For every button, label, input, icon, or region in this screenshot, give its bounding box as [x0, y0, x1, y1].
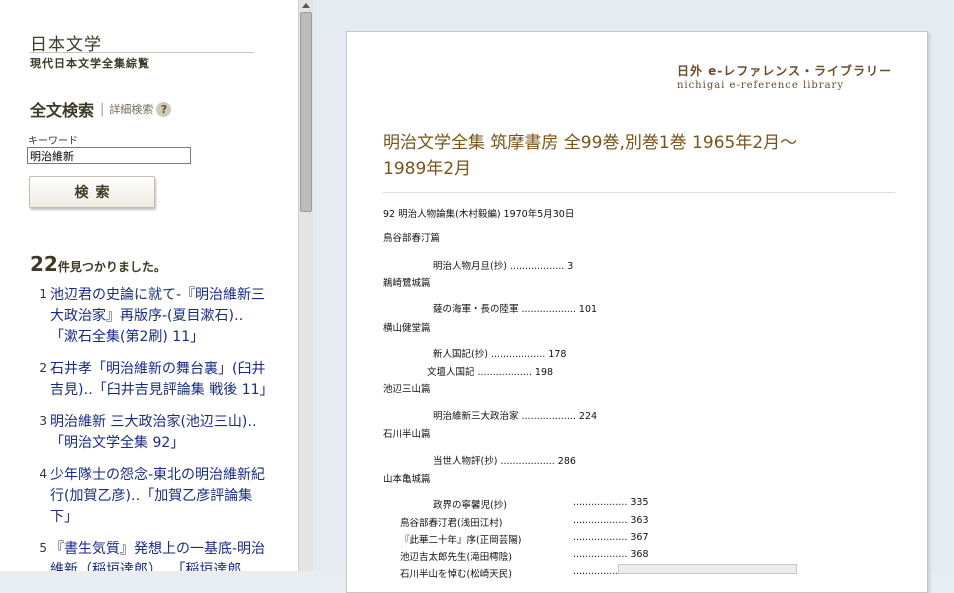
result-item: 4 少年隊士の怨念-東北の明治維新紀行(加賀乙彦)‥「加賀乙彦評論集 下」	[24, 465, 272, 528]
result-item: 1 池辺君の史論に就て-『明治維新三大政治家』再版序-(夏目漱石)‥「漱石全集(…	[24, 285, 272, 348]
toc-page: .................. 368	[573, 549, 649, 560]
author-section: 池辺三山篇	[383, 384, 431, 395]
site-subtitle: 現代日本文学全集綜覧	[30, 57, 150, 70]
result-list: 1 池辺君の史論に就て-『明治維新三大政治家』再版序-(夏目漱石)‥「漱石全集(…	[24, 285, 274, 571]
result-link[interactable]: 『書生気質』発想上の一基底-明治維新（稲垣達郎）‥「稲垣達郎	[50, 539, 270, 571]
result-count: 22件見つかりました。	[30, 252, 166, 276]
author-section: 鵜崎鷺城篇	[383, 278, 431, 289]
toc-page: .................. 363	[573, 515, 649, 526]
result-link[interactable]: 明治維新 三大政治家(池辺三山)‥「明治文学全集 92」	[50, 412, 270, 454]
toc-entry: 明治人物月旦(抄) .................. 3	[433, 261, 574, 272]
result-item: 3 明治維新 三大政治家(池辺三山)‥「明治文学全集 92」	[24, 412, 272, 454]
document-title: 明治文学全集 筑摩書房 全99巻,別巻1巻 1965年2月～1989年2月	[383, 133, 798, 179]
left-pane: 日本文学 現代日本文学全集綜覧 全文検索 | 詳細検索 ? キーワード 検索 2…	[0, 0, 298, 571]
toc-page: .................. 335	[573, 497, 649, 508]
result-link[interactable]: 池辺君の史論に就て-『明治維新三大政治家』再版序-(夏目漱石)‥「漱石全集(第2…	[50, 285, 270, 348]
search-button[interactable]: 検索	[29, 176, 155, 208]
author-section: 山本亀城篇	[383, 474, 431, 485]
toc-entry: 池辺吉太郎先生(滝田樗陰)	[400, 552, 512, 563]
publisher-logo: 日外 e-レファレンス・ライブラリー nichigai e-reference …	[677, 62, 892, 91]
result-number: 1	[39, 287, 47, 301]
logo-sub-text: nichigai e-reference library	[676, 80, 844, 91]
author-section: 石川半山篇	[383, 429, 431, 440]
toc-entry: 文壇人国記 .................. 198	[427, 367, 554, 378]
toc-entry: 薩の海軍・長の陸軍 .................. 101	[433, 304, 598, 315]
result-link[interactable]: 石井孝「明治維新の舞台裏」(臼井吉見)‥「臼井吉見評論集 戦後 11」	[50, 359, 274, 401]
help-icon[interactable]: ?	[156, 101, 172, 117]
document-panel: 日外 e-レファレンス・ライブラリー nichigai e-reference …	[346, 31, 928, 593]
toc-entry: 新人国記(抄) .................. 178	[433, 349, 567, 360]
right-pane: 日外 e-レファレンス・ライブラリー nichigai e-reference …	[313, 0, 954, 593]
author-section: 横山健堂篇	[383, 323, 431, 334]
author-section: 鳥谷部春汀篇	[383, 233, 441, 244]
logo-main-text: 日外 e-レファレンス・ライブラリー	[676, 64, 892, 78]
advanced-search-link[interactable]: 詳細検索	[109, 101, 153, 117]
result-count-text: 件見つかりました。	[57, 260, 166, 274]
toc-entry: 明治維新三大政治家 .................. 224	[433, 411, 598, 422]
result-count-number: 22	[30, 252, 58, 276]
result-number: 3	[39, 414, 47, 428]
result-item: 2 石井孝「明治維新の舞台裏」(臼井吉見)‥「臼井吉見評論集 戦後 11」	[24, 359, 274, 401]
toc-page: .................. 367	[573, 532, 649, 543]
volume-heading: 92 明治人物論集(木村毅編) 1970年5月30日	[383, 209, 575, 220]
keyword-input[interactable]	[27, 147, 191, 164]
result-item: 5 『書生気質』発想上の一基底-明治維新（稲垣達郎）‥「稲垣達郎	[24, 539, 272, 571]
result-number: 5	[39, 541, 47, 555]
keyword-label: キーワード	[28, 136, 78, 147]
search-header: 全文検索 | 詳細検索 ?	[30, 97, 172, 121]
result-link[interactable]: 少年隊士の怨念-東北の明治維新紀行(加賀乙彦)‥「加賀乙彦評論集 下」	[50, 465, 270, 528]
title-divider	[30, 52, 254, 53]
title-divider	[383, 192, 895, 193]
left-pane-scrollbar[interactable]	[298, 0, 313, 571]
toc-entry: 石川半山を悼む(松崎天民)	[400, 569, 512, 580]
result-number: 2	[39, 361, 47, 375]
table-of-contents: 92 明治人物論集(木村毅編) 1970年5月30日 鳥谷部春汀篇 明治人物月旦…	[383, 202, 923, 592]
toc-entry: 当世人物評(抄) .................. 286	[433, 456, 576, 467]
fulltext-search-label: 全文検索	[30, 101, 95, 120]
document-horizontal-scrollbar[interactable]	[618, 564, 797, 574]
result-number: 4	[39, 467, 47, 481]
toc-entry: 政界の寧馨児(抄)	[433, 500, 507, 511]
separator: |	[100, 101, 105, 117]
scroll-up-arrow-icon[interactable]	[302, 3, 310, 8]
toc-entry: 『此華二十年』序(正岡芸陽)	[400, 535, 522, 546]
scrollbar-thumb[interactable]	[300, 12, 312, 212]
toc-entry: 鳥谷部春汀君(浅田江村)	[400, 518, 503, 529]
